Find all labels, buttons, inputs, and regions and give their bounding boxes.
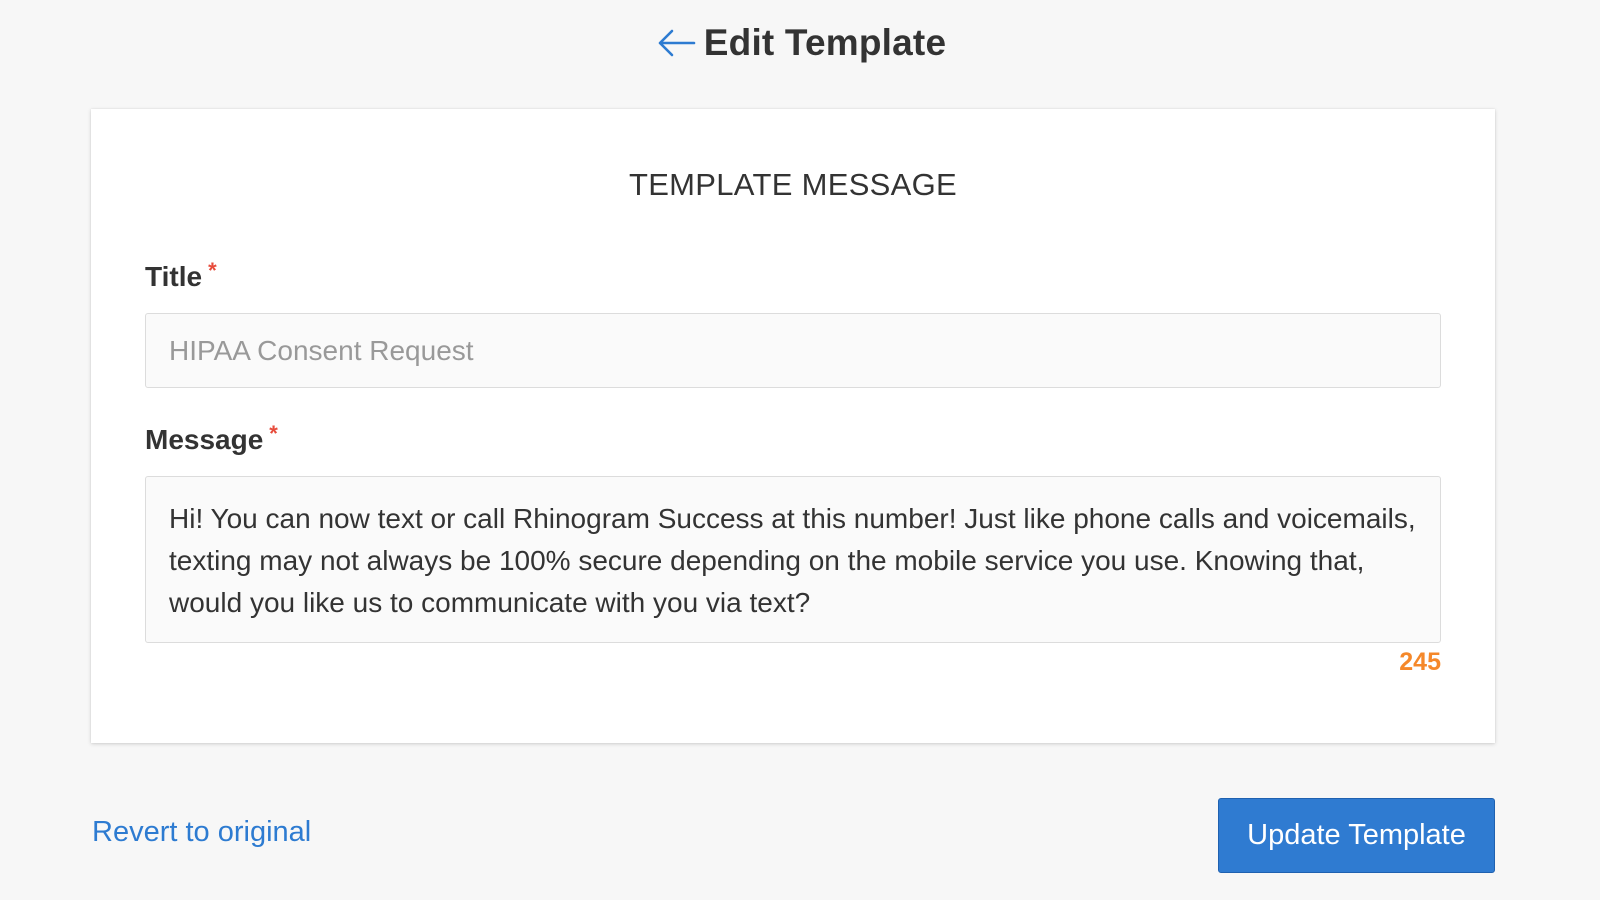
required-indicator: *: [208, 258, 217, 283]
revert-to-original-link[interactable]: Revert to original: [92, 816, 311, 849]
title-label-text: Title: [145, 261, 203, 292]
page-header: Edit Template: [0, 16, 1600, 70]
card-heading: TEMPLATE MESSAGE: [628, 167, 958, 202]
message-label-text: Message: [145, 424, 264, 455]
title-input[interactable]: [145, 313, 1441, 388]
template-form-card: TEMPLATE MESSAGE Title * Message * Hi! Y…: [91, 109, 1495, 743]
message-textarea[interactable]: Hi! You can now text or call Rhinogram S…: [145, 476, 1441, 643]
back-button[interactable]: [654, 21, 698, 65]
arrow-left-icon: [658, 29, 696, 57]
update-template-button[interactable]: Update Template: [1218, 798, 1495, 873]
message-field-label: Message *: [145, 423, 1441, 457]
page-title: Edit Template: [703, 22, 947, 63]
title-field-label: Title *: [145, 260, 1441, 294]
required-indicator: *: [269, 421, 278, 446]
character-count: 245: [1399, 648, 1441, 676]
